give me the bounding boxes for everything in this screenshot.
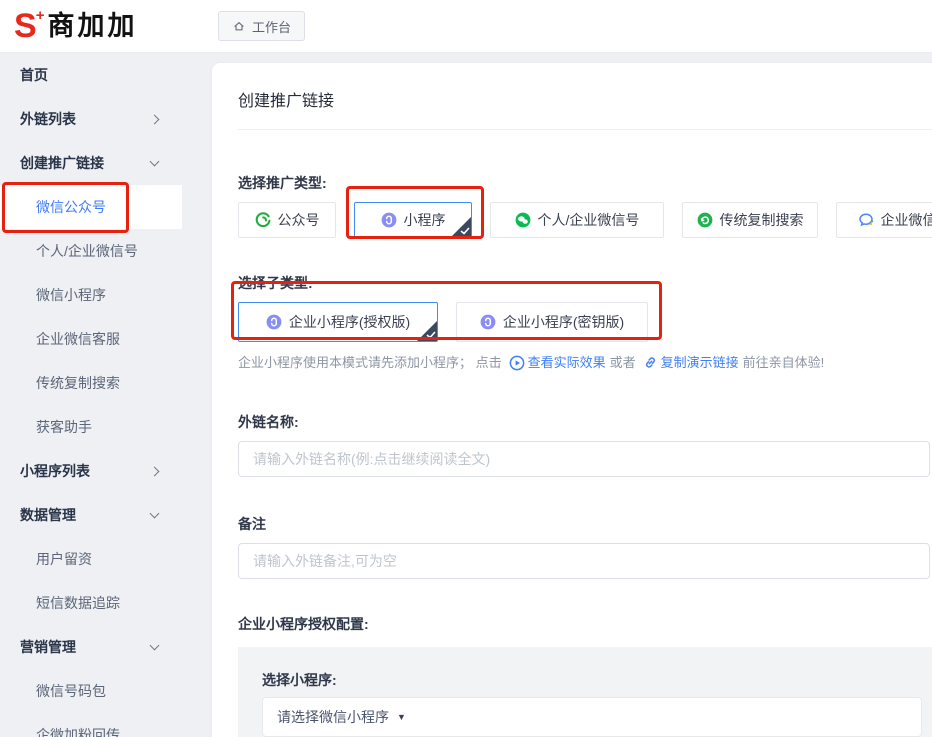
miniprogram-select-value: 请选择微信小程序 — [277, 707, 389, 727]
promo-option-label: 个人/企业微信号 — [538, 210, 640, 230]
sidebar-item-label: 创建推广链接 — [20, 153, 104, 173]
select-miniprogram-label: 选择小程序: — [262, 671, 932, 689]
sidebar-item-label: 首页 — [20, 65, 48, 85]
play-circle-icon — [509, 355, 525, 371]
sidebar-item-user-leads[interactable]: 用户留资 — [0, 537, 182, 581]
topbar: S + 商加加 工作台 — [0, 0, 932, 53]
sidebar-item-label: 营销管理 — [20, 637, 76, 657]
promo-option-label: 企业微信客服 — [881, 210, 932, 230]
sidebar-item-number-pack[interactable]: 微信号码包 — [0, 669, 182, 713]
link-name-input[interactable] — [238, 441, 930, 477]
sub-type-label: 选择子类型: — [238, 274, 932, 292]
remark-input[interactable] — [238, 543, 930, 579]
hint-text: 前往亲自体验! — [743, 354, 825, 371]
promo-option-miniprogram[interactable]: 小程序 — [354, 202, 472, 238]
auth-config-label: 企业小程序授权配置: — [238, 615, 932, 633]
remark-label: 备注 — [238, 515, 932, 533]
sidebar-item-wecom-service[interactable]: 企业微信客服 — [0, 317, 182, 361]
sidebar-item-miniprogram-list[interactable]: 小程序列表 — [0, 449, 182, 493]
link-name-label: 外链名称: — [238, 413, 932, 431]
sidebar-item-label: 外链列表 — [20, 109, 76, 129]
sidebar-item-create-link[interactable]: 创建推广链接 — [0, 141, 182, 185]
copy-search-icon — [697, 212, 713, 228]
dropdown-arrow-icon: ▼ — [397, 712, 406, 722]
selected-check-icon — [417, 321, 437, 341]
sidebar: 首页 外链列表 创建推广链接 微信公众号 个人/企业微信号 微信小程序 企业微信… — [0, 53, 182, 737]
sidebar-item-label: 短信数据追踪 — [36, 593, 120, 613]
copy-demo-link[interactable]: 复制演示链接 — [643, 354, 739, 371]
link-icon — [643, 355, 658, 370]
promo-option-label: 小程序 — [404, 210, 446, 230]
sidebar-item-label: 小程序列表 — [20, 461, 90, 481]
promo-option-copy-search[interactable]: 传统复制搜索 — [682, 202, 818, 238]
miniprogram-icon — [480, 314, 496, 330]
create-link-card: 创建推广链接 选择推广类型: 公众号 — [212, 63, 932, 737]
sidebar-item-sms-tracking[interactable]: 短信数据追踪 — [0, 581, 182, 625]
promo-option-personal-wechat[interactable]: 个人/企业微信号 — [490, 202, 664, 238]
sidebar-item-label: 获客助手 — [36, 417, 92, 437]
sidebar-item-label: 微信小程序 — [36, 285, 106, 305]
sidebar-item-label: 数据管理 — [20, 505, 76, 525]
sidebar-item-marketing[interactable]: 营销管理 — [0, 625, 182, 669]
chevron-down-icon — [150, 508, 160, 518]
hint-text: 企业小程序使用本模式请先添加小程序； 点击 — [238, 354, 502, 371]
sidebar-item-label: 用户留资 — [36, 549, 92, 569]
tab-workbench-label: 工作台 — [252, 17, 291, 36]
subtype-hint: 企业小程序使用本模式请先添加小程序； 点击 查看实际效果 或者 — [238, 354, 932, 371]
miniprogram-select[interactable]: 请选择微信小程序 ▼ — [262, 697, 922, 737]
promo-option-wecom-service[interactable]: 企业微信客服 — [836, 202, 932, 238]
view-demo-label: 查看实际效果 — [528, 354, 606, 371]
subtype-option-label: 企业小程序(授权版) — [289, 312, 410, 332]
page: S + 商加加 工作台 首页 外链列表 创建推广链接 微 — [0, 0, 932, 737]
sidebar-item-label: 个人/企业微信号 — [36, 241, 138, 261]
sidebar-item-wecom-fans-callback[interactable]: 企微加粉回传 — [0, 713, 182, 737]
sidebar-item-data-management[interactable]: 数据管理 — [0, 493, 182, 537]
copy-demo-label: 复制演示链接 — [661, 354, 739, 371]
wechat-green-icon — [515, 212, 531, 228]
sidebar-item-label: 企业微信客服 — [36, 329, 120, 349]
logo-letter: S — [14, 9, 37, 43]
main-content: 创建推广链接 选择推广类型: 公众号 — [182, 53, 932, 737]
brand-logo: S + 商加加 — [0, 9, 182, 43]
brand-name: 商加加 — [47, 9, 137, 43]
chevron-right-icon — [150, 114, 160, 124]
promo-option-label: 公众号 — [278, 210, 320, 230]
view-demo-link[interactable]: 查看实际效果 — [509, 354, 606, 371]
auth-config-panel: 选择小程序: 请选择微信小程序 ▼ — [238, 647, 932, 737]
page-title: 创建推广链接 — [238, 63, 932, 130]
subtype-option-label: 企业小程序(密钥版) — [503, 312, 624, 332]
sidebar-item-personal-wechat[interactable]: 个人/企业微信号 — [0, 229, 182, 273]
sidebar-item-label: 企微加粉回传 — [36, 725, 120, 737]
sidebar-item-label: 微信公众号 — [36, 197, 106, 217]
promo-type-label: 选择推广类型: — [238, 174, 932, 192]
sidebar-item-wechat-official[interactable]: 微信公众号 — [0, 185, 182, 229]
hint-text: 或者 — [610, 354, 636, 371]
logo-plus-icon: + — [36, 8, 45, 23]
chevron-down-icon — [150, 640, 160, 650]
sidebar-item-customer-helper[interactable]: 获客助手 — [0, 405, 182, 449]
promo-option-official-account[interactable]: 公众号 — [238, 202, 336, 238]
subtype-option-authorized[interactable]: 企业小程序(授权版) — [238, 302, 438, 342]
sidebar-item-label: 传统复制搜索 — [36, 373, 120, 393]
home-icon — [232, 19, 246, 33]
sidebar-item-label: 微信号码包 — [36, 681, 106, 701]
chevron-right-icon — [150, 466, 160, 476]
sidebar-item-link-list[interactable]: 外链列表 — [0, 97, 182, 141]
promo-option-label: 传统复制搜索 — [720, 210, 804, 230]
subtype-option-secret-key[interactable]: 企业小程序(密钥版) — [456, 302, 648, 342]
miniprogram-icon — [266, 314, 282, 330]
wecom-icon — [858, 212, 874, 228]
promo-type-options: 公众号 小程序 — [238, 202, 932, 238]
wechat-official-icon — [255, 212, 271, 228]
miniprogram-icon — [381, 212, 397, 228]
selected-check-icon — [451, 217, 471, 237]
tab-workbench[interactable]: 工作台 — [218, 11, 305, 41]
sub-type-options: 企业小程序(授权版) 企业小程序(密钥版) — [238, 302, 932, 342]
chevron-down-icon — [150, 156, 160, 166]
sidebar-item-copy-search[interactable]: 传统复制搜索 — [0, 361, 182, 405]
sidebar-item-home[interactable]: 首页 — [0, 53, 182, 97]
sidebar-item-miniprogram[interactable]: 微信小程序 — [0, 273, 182, 317]
